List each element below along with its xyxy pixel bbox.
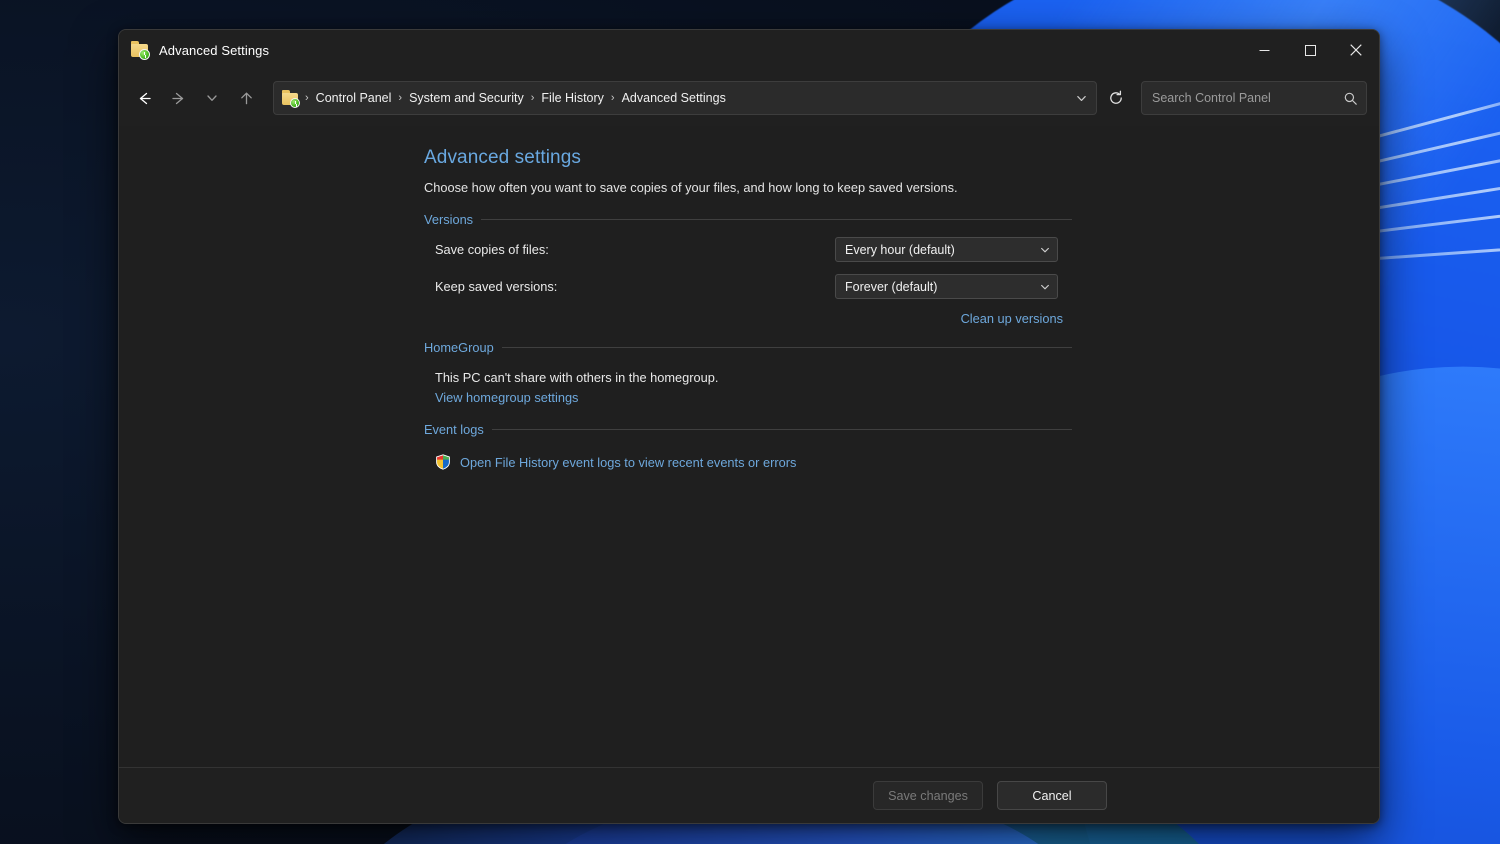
event-logs-group-header: Event logs <box>424 422 1072 437</box>
breadcrumb-chevron-down-icon[interactable] <box>1068 84 1094 112</box>
cancel-button[interactable]: Cancel <box>997 781 1107 810</box>
versions-group-label: Versions <box>424 212 474 227</box>
versions-section: Versions Save copies of files: Every hou… <box>424 212 1072 326</box>
search-icon <box>1343 91 1358 106</box>
chevron-down-icon <box>1039 281 1051 293</box>
save-copies-dropdown[interactable]: Every hour (default) <box>835 237 1058 262</box>
back-arrow-icon[interactable] <box>127 82 161 114</box>
homegroup-message: This PC can't share with others in the h… <box>435 370 719 385</box>
breadcrumb-item-file-history[interactable]: File History <box>536 88 609 108</box>
save-changes-button[interactable]: Save changes <box>873 781 983 810</box>
search-box[interactable] <box>1141 81 1367 115</box>
breadcrumb-separator: › <box>398 92 403 104</box>
forward-arrow-icon[interactable] <box>161 82 195 114</box>
open-event-logs-link[interactable]: Open File History event logs to view rec… <box>460 455 796 470</box>
breadcrumb-item-advanced-settings[interactable]: Advanced Settings <box>617 88 731 108</box>
breadcrumb-separator: › <box>305 92 309 104</box>
advanced-settings-page: Advanced settings Choose how often you w… <box>424 147 1072 470</box>
title-bar: Advanced Settings <box>119 30 1379 70</box>
group-divider <box>491 429 1072 430</box>
group-divider <box>481 219 1072 220</box>
file-history-folder-icon <box>131 41 150 60</box>
window-title: Advanced Settings <box>159 42 270 58</box>
minimize-icon[interactable] <box>1241 30 1287 70</box>
keep-versions-dropdown[interactable]: Forever (default) <box>835 274 1058 299</box>
up-arrow-icon[interactable] <box>229 82 263 114</box>
keep-versions-label: Keep saved versions: <box>435 279 558 294</box>
cleanup-row: Clean up versions <box>424 311 1072 326</box>
desktop: Advanced Settings › Control Panel › Syst… <box>0 0 1500 844</box>
content-area: Advanced settings Choose how often you w… <box>119 126 1379 767</box>
clean-up-versions-link[interactable]: Clean up versions <box>961 311 1063 326</box>
homegroup-group-header: HomeGroup <box>424 340 1072 355</box>
breadcrumb-file-history-icon <box>282 89 300 108</box>
uac-shield-icon <box>435 454 451 470</box>
search-input[interactable] <box>1152 91 1343 105</box>
breadcrumb-item-system-and-security[interactable]: System and Security <box>404 88 529 108</box>
dialog-footer: Save changes Cancel <box>119 767 1379 823</box>
save-copies-label: Save copies of files: <box>435 242 549 257</box>
save-copies-value: Every hour (default) <box>845 242 955 257</box>
event-logs-body: Open File History event logs to view rec… <box>424 441 1072 470</box>
homegroup-section: HomeGroup This PC can't share with other… <box>424 340 1072 407</box>
homegroup-body: This PC can't share with others in the h… <box>424 359 1072 407</box>
event-logs-section: Event logs Open File History event logs … <box>424 422 1072 470</box>
address-toolbar: › Control Panel › System and Security › … <box>119 70 1379 126</box>
page-title: Advanced settings <box>424 147 581 168</box>
breadcrumb-separator: › <box>610 92 615 104</box>
homegroup-group-label: HomeGroup <box>424 340 494 355</box>
breadcrumb-item-control-panel[interactable]: Control Panel <box>311 88 397 108</box>
event-logs-group-label: Event logs <box>424 422 484 437</box>
view-homegroup-settings-link[interactable]: View homegroup settings <box>435 390 578 405</box>
group-divider <box>501 347 1072 348</box>
breadcrumb-separator: › <box>530 92 535 104</box>
save-copies-row: Save copies of files: Every hour (defaul… <box>424 231 1072 268</box>
close-icon[interactable] <box>1333 30 1379 70</box>
recent-locations-chevron-down-icon[interactable] <box>195 82 229 114</box>
refresh-icon[interactable] <box>1101 83 1131 113</box>
page-subtitle: Choose how often you want to save copies… <box>424 180 958 195</box>
window-controls <box>1241 30 1379 70</box>
advanced-settings-window: Advanced Settings › Control Panel › Syst… <box>118 29 1380 824</box>
keep-versions-value: Forever (default) <box>845 279 938 294</box>
breadcrumb: › Control Panel › System and Security › … <box>303 88 731 108</box>
address-bar[interactable]: › Control Panel › System and Security › … <box>273 81 1097 115</box>
chevron-down-icon <box>1039 244 1051 256</box>
keep-versions-row: Keep saved versions: Forever (default) <box>424 268 1072 305</box>
maximize-icon[interactable] <box>1287 30 1333 70</box>
versions-group-header: Versions <box>424 212 1072 227</box>
